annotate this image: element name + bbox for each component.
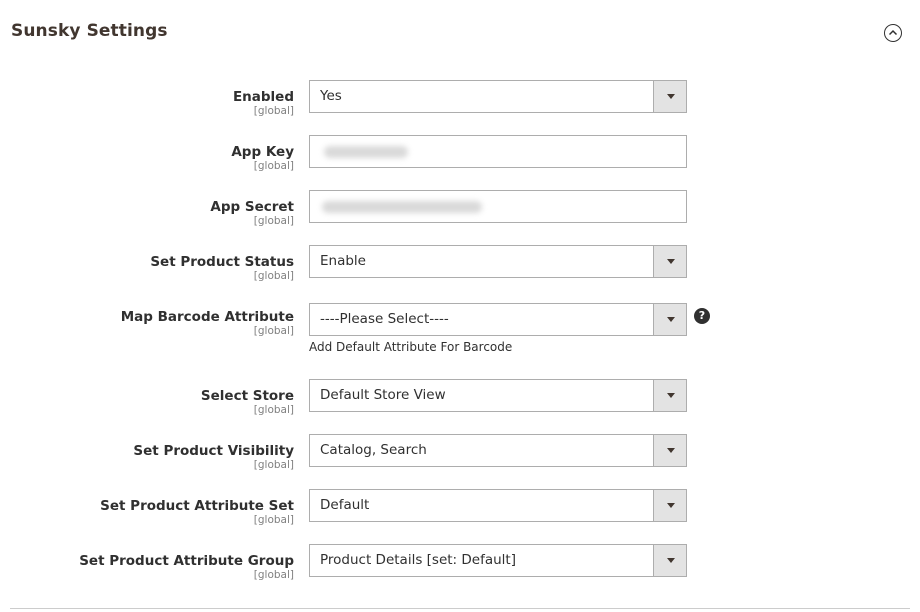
row-enabled: Enabled [global] Yes: [0, 80, 920, 123]
app-key-input[interactable]: [309, 135, 687, 168]
row-product-visibility: Set Product Visibility [global] Catalog,…: [0, 434, 920, 477]
row-barcode-attribute: Map Barcode Attribute [global] ----Pleas…: [0, 303, 920, 359]
store-select[interactable]: Default Store View: [309, 379, 687, 412]
dropdown-button[interactable]: [653, 81, 686, 112]
attribute-group-label: Set Product Attribute Group: [79, 553, 294, 569]
store-label: Select Store: [200, 388, 294, 404]
section-title: Sunsky Settings: [11, 21, 168, 41]
chevron-up-circle-icon[interactable]: [884, 24, 902, 42]
enabled-value: Yes: [320, 88, 342, 104]
chevron-down-icon: [667, 393, 675, 398]
attribute-set-select[interactable]: Default: [309, 489, 687, 522]
dropdown-button[interactable]: [653, 545, 686, 576]
row-product-status: Set Product Status [global] Enable: [0, 245, 920, 288]
enabled-scope: [global]: [253, 105, 294, 117]
chevron-down-icon: [667, 503, 675, 508]
row-select-store: Select Store [global] Default Store View: [0, 379, 920, 422]
chevron-down-icon: [667, 448, 675, 453]
blurred-value: [322, 201, 482, 213]
attribute-set-value: Default: [320, 497, 370, 513]
product-status-scope: [global]: [253, 270, 294, 282]
chevron-down-icon: [667, 317, 675, 322]
barcode-attribute-note: Add Default Attribute For Barcode: [309, 340, 513, 354]
question-circle-icon[interactable]: ?: [694, 308, 710, 324]
dropdown-button[interactable]: [653, 246, 686, 277]
app-key-scope: [global]: [253, 160, 294, 172]
attribute-group-scope: [global]: [253, 569, 294, 581]
sunsky-settings-page: Sunsky Settings Enabled [global] Yes App…: [0, 0, 920, 612]
barcode-attribute-value: ----Please Select----: [320, 311, 449, 327]
app-secret-input[interactable]: [309, 190, 687, 223]
visibility-label: Set Product Visibility: [133, 443, 294, 459]
barcode-attribute-label: Map Barcode Attribute: [120, 309, 294, 325]
attribute-group-select[interactable]: Product Details [set: Default]: [309, 544, 687, 577]
dropdown-button[interactable]: [653, 490, 686, 521]
barcode-attribute-scope: [global]: [253, 325, 294, 337]
blurred-value: [324, 146, 408, 158]
chevron-down-icon: [667, 94, 675, 99]
row-app-key: App Key [global]: [0, 135, 920, 178]
app-key-label: App Key: [231, 144, 294, 160]
visibility-scope: [global]: [253, 459, 294, 471]
app-secret-scope: [global]: [253, 215, 294, 227]
barcode-attribute-select[interactable]: ----Please Select----: [309, 303, 687, 336]
dropdown-button[interactable]: [653, 435, 686, 466]
row-app-secret: App Secret [global]: [0, 190, 920, 233]
dropdown-button[interactable]: [653, 380, 686, 411]
attribute-set-label: Set Product Attribute Set: [100, 498, 294, 514]
attribute-group-value: Product Details [set: Default]: [320, 552, 516, 568]
row-attribute-group: Set Product Attribute Group [global] Pro…: [0, 544, 920, 587]
product-status-select[interactable]: Enable: [309, 245, 687, 278]
enabled-select[interactable]: Yes: [309, 80, 687, 113]
row-attribute-set: Set Product Attribute Set [global] Defau…: [0, 489, 920, 532]
product-status-label: Set Product Status: [150, 254, 294, 270]
product-status-value: Enable: [320, 253, 366, 269]
chevron-down-icon: [667, 558, 675, 563]
section-divider: [10, 608, 910, 609]
store-value: Default Store View: [320, 387, 446, 403]
enabled-label: Enabled: [232, 89, 294, 105]
dropdown-button[interactable]: [653, 304, 686, 335]
visibility-select[interactable]: Catalog, Search: [309, 434, 687, 467]
store-scope: [global]: [253, 404, 294, 416]
visibility-value: Catalog, Search: [320, 442, 427, 458]
app-secret-label: App Secret: [210, 199, 294, 215]
attribute-set-scope: [global]: [253, 514, 294, 526]
chevron-down-icon: [667, 259, 675, 264]
